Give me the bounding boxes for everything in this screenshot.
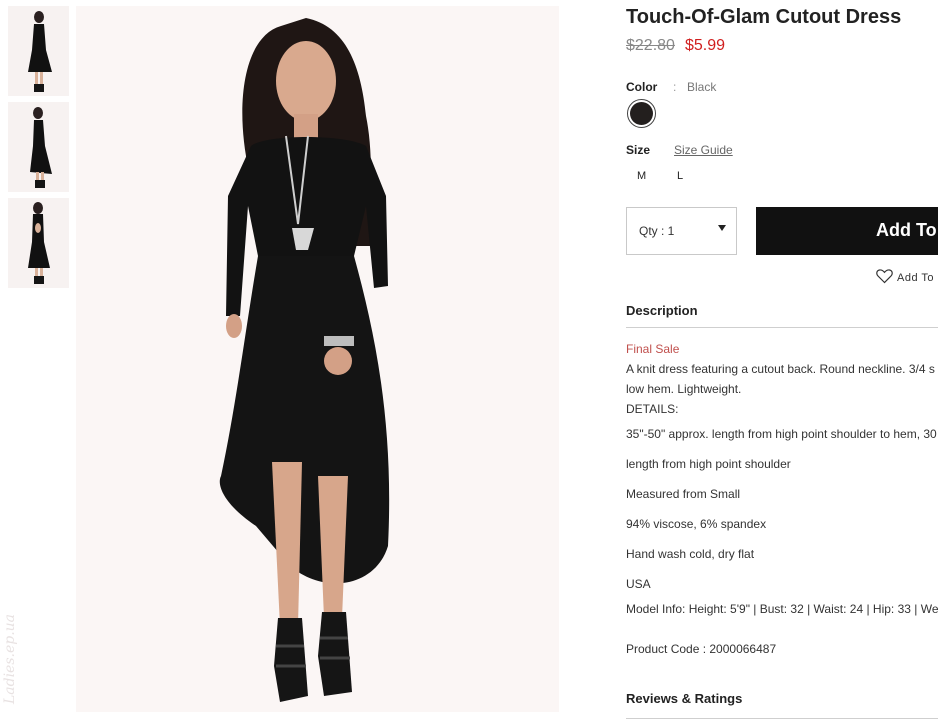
detail-item: Hand wash cold, dry flat	[626, 547, 755, 561]
product-title: Touch-Of-Glam Cutout Dress	[626, 6, 902, 28]
final-sale-label: Final Sale	[626, 342, 680, 356]
model-in-dress-illustration	[76, 6, 559, 712]
description-heading: Description	[626, 303, 698, 318]
add-to-bag-button[interactable]: Add To	[756, 207, 938, 255]
color-swatch-fill	[630, 102, 653, 125]
size-guide-link[interactable]: Size Guide	[674, 143, 733, 157]
divider	[626, 327, 938, 328]
model-info: Model Info: Height: 5'9" | Bust: 32 | Wa…	[626, 602, 938, 616]
description-text-line: low hem. Lightweight.	[626, 382, 742, 396]
color-label: Color	[626, 80, 658, 94]
divider	[626, 718, 938, 719]
detail-item: length from high point shoulder	[626, 457, 791, 471]
watermark: Ladies.ep.ua	[2, 600, 26, 718]
size-label: Size	[626, 143, 651, 157]
color-separator: :	[673, 80, 677, 94]
details-label: DETAILS:	[626, 402, 679, 416]
thumbnail-side-image	[8, 102, 69, 192]
detail-item: 35"-50" approx. length from high point s…	[626, 427, 937, 441]
thumbnail-back[interactable]	[8, 198, 69, 288]
product-code: Product Code : 2000066487	[626, 642, 777, 656]
sale-price: $5.99	[685, 37, 726, 54]
description-text-line: A knit dress featuring a cutout back. Ro…	[626, 362, 935, 376]
size-option-l[interactable]: L	[677, 170, 683, 182]
main-product-image[interactable]	[76, 6, 559, 712]
size-option-m[interactable]: M	[637, 170, 646, 182]
thumbnail-front-image	[8, 6, 69, 96]
original-price: $22.80	[626, 37, 675, 54]
svg-text:Ladies.ep.ua: Ladies.ep.ua	[2, 614, 18, 705]
thumbnail-front[interactable]	[8, 6, 69, 96]
watermark-logo: Ladies.ep.ua	[2, 614, 18, 705]
reviews-heading[interactable]: Reviews & Ratings	[626, 691, 742, 706]
detail-item: Measured from Small	[626, 487, 741, 501]
thumbnail-side[interactable]	[8, 102, 69, 192]
add-to-bag-label: Add To	[876, 220, 937, 240]
quantity-select[interactable]: Qty : 1	[626, 207, 737, 255]
selected-color: Black	[687, 80, 717, 94]
quantity-value: Qty : 1	[639, 224, 675, 238]
caret-down-icon	[718, 225, 726, 231]
heart-icon	[876, 269, 893, 284]
detail-item: USA	[626, 577, 651, 591]
detail-item: 94% viscose, 6% spandex	[626, 517, 767, 531]
thumbnail-back-image	[8, 198, 69, 288]
color-swatch-black[interactable]	[627, 99, 656, 128]
product-details-panel: Touch-Of-Glam Cutout Dress $22.80 $5.99 …	[626, 0, 938, 725]
wishlist-label: Add To	[897, 272, 935, 284]
